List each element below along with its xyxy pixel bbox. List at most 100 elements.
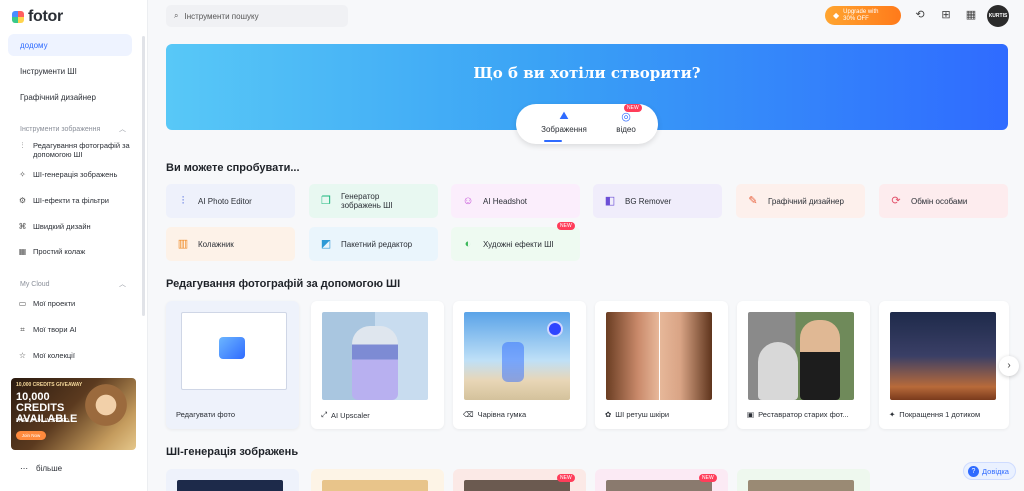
eraser-icon: ⌫ bbox=[463, 410, 474, 419]
tab-video-label: відео bbox=[616, 125, 636, 134]
sidebar-item-ai-image-generation[interactable]: ✧ ШІ-генерація зображень bbox=[18, 170, 140, 179]
tool-ai-photo-editor[interactable]: ⫶ AI Photo Editor bbox=[166, 184, 295, 218]
card-edit-photo[interactable]: Редагувати фото bbox=[166, 301, 299, 429]
sidebar: fotor додому Інструменти ШІ Графічний ди… bbox=[0, 0, 148, 491]
effects-icon: ⚙ bbox=[18, 196, 27, 205]
sidebar-item-ai-effects[interactable]: ⚙ ШІ-ефекти та фільтри bbox=[18, 196, 140, 205]
batch-editor-icon: ◩ bbox=[320, 238, 332, 250]
card-photo-restorer[interactable]: ▣ Реставратор старих фот... bbox=[737, 301, 870, 429]
sidebar-item-label: Редагування фотографій за допомогою ШІ bbox=[33, 141, 130, 159]
carousel-next-button[interactable]: › bbox=[999, 356, 1019, 376]
gen-card[interactable] bbox=[311, 469, 444, 491]
sidebar-item-graphic-designer[interactable]: Графічний дизайнер bbox=[8, 86, 132, 108]
card-magic-eraser[interactable]: ⌫ Чарівна гумка bbox=[453, 301, 586, 429]
tab-video[interactable]: ◎ відео bbox=[596, 110, 656, 134]
cloud-heading: My Cloud bbox=[20, 280, 50, 288]
cloud-section-header[interactable]: My Cloud ︿ bbox=[20, 279, 126, 289]
sidebar-item-ai-tools[interactable]: Інструменти ШІ bbox=[8, 60, 132, 82]
tool-label: Обмін особами bbox=[911, 196, 968, 206]
new-badge: NEW bbox=[624, 104, 642, 112]
tool-label: AI Headshot bbox=[483, 196, 528, 206]
card-ai-upscaler[interactable]: ⤢ AI Upscaler bbox=[311, 301, 444, 429]
tab-images-label: Зображення bbox=[541, 125, 587, 134]
promo-join-button[interactable]: Join Now bbox=[16, 431, 46, 440]
enhance-preview-image bbox=[890, 312, 996, 400]
tool-label: AI Photo Editor bbox=[198, 196, 252, 206]
tab-images[interactable]: ⛰ Зображення bbox=[534, 110, 594, 134]
card-label: Реставратор старих фот... bbox=[758, 410, 849, 419]
card-label: Чарівна гумка bbox=[477, 410, 527, 419]
sidebar-item-my-collections[interactable]: ☆ Мої колекції bbox=[18, 351, 140, 360]
design-icon: ⌘ bbox=[18, 222, 27, 231]
apps-grid-icon[interactable]: ▦ bbox=[964, 8, 978, 22]
sidebar-item-my-ai-works[interactable]: ⌗ Мої твори AI bbox=[18, 325, 140, 334]
history-icon[interactable]: ⟲ bbox=[913, 8, 927, 22]
gen-section-title: ШІ-генерація зображень bbox=[166, 446, 299, 458]
art-effects-icon: ◐ bbox=[464, 238, 472, 250]
upgrade-line1: Upgrade with bbox=[843, 8, 879, 15]
image-tools-section-header[interactable]: Інструменти зображення ︿ bbox=[20, 124, 126, 134]
image-upload-icon bbox=[219, 337, 245, 359]
promo-portrait-image bbox=[82, 384, 130, 444]
headshot-icon: ☺ bbox=[462, 195, 474, 207]
enhance-icon: ✦ bbox=[889, 410, 896, 419]
sidebar-item-quick-design[interactable]: ⌘ Швидкий дизайн bbox=[18, 222, 140, 231]
user-avatar[interactable]: KURTIS bbox=[987, 5, 1009, 27]
upgrade-line2: 30% OFF bbox=[843, 15, 869, 22]
hero-title: Що б ви хотіли створити? bbox=[473, 64, 701, 82]
tool-label: Пакетний редактор bbox=[341, 239, 413, 249]
sidebar-item-label: Мої твори AI bbox=[33, 325, 77, 334]
image-tools-heading: Інструменти зображення bbox=[20, 125, 101, 133]
create-type-tabs: ⛰ Зображення ◎ відео NEW bbox=[516, 104, 658, 144]
sidebar-more[interactable]: ⋯ більше bbox=[20, 464, 62, 473]
search-placeholder: Інструменти пошуку bbox=[184, 11, 259, 21]
tool-ai-headshot[interactable]: ☺ AI Headshot bbox=[451, 184, 580, 218]
card-skin-retouch[interactable]: ✿ ШІ ретуш шкіри bbox=[595, 301, 728, 429]
gen-preview-image bbox=[177, 480, 283, 491]
card-one-tap-enhance[interactable]: ✦ Покращення 1 дотиком bbox=[879, 301, 1009, 429]
gen-preview-image bbox=[606, 480, 712, 491]
more-icon: ⋯ bbox=[20, 464, 28, 473]
restore-icon: ▣ bbox=[747, 410, 755, 419]
sidebar-item-photo-editing[interactable]: ⫶ Редагування фотографій за допомогою ШІ bbox=[18, 141, 140, 159]
sidebar-item-label: ШІ-генерація зображень bbox=[33, 170, 118, 179]
tool-ai-image-generator[interactable]: ❐ Генератор зображень ШІ bbox=[309, 184, 438, 218]
tool-batch-editor[interactable]: ◩ Пакетний редактор bbox=[309, 227, 438, 261]
restorer-preview-image bbox=[748, 312, 854, 400]
fotor-logo-icon bbox=[12, 11, 24, 23]
gen-preview-image bbox=[748, 480, 854, 491]
card-label: AI Upscaler bbox=[331, 410, 370, 420]
tool-collage-maker[interactable]: ▥ Колажник bbox=[166, 227, 295, 261]
sidebar-scrollbar[interactable] bbox=[142, 36, 145, 316]
sliders-icon: ⫶ bbox=[21, 141, 24, 150]
gen-card[interactable] bbox=[166, 469, 299, 491]
fotor-logo[interactable]: fotor bbox=[12, 8, 63, 26]
tool-face-swap[interactable]: ⟳ Обмін особами bbox=[879, 184, 1008, 218]
upgrade-button[interactable]: ◆ Upgrade with 30% OFF bbox=[825, 6, 901, 25]
sidebar-item-my-projects[interactable]: ▭ Мої проекти bbox=[18, 299, 140, 308]
tool-label: Колажник bbox=[198, 239, 234, 249]
eraser-preview-image bbox=[464, 312, 570, 400]
tool-ai-art-effects[interactable]: ◐ Художні ефекти ШІ bbox=[451, 227, 580, 261]
new-badge: NEW bbox=[557, 474, 575, 482]
promo-banner[interactable]: 10,000 CREDITS GIVEAWAY 10,000 CREDITS A… bbox=[11, 378, 136, 450]
sidebar-item-simple-collage[interactable]: ▦ Простий колаж bbox=[18, 247, 140, 256]
tool-bg-remover[interactable]: ◧ BG Remover bbox=[593, 184, 722, 218]
help-button[interactable]: ? Довідка bbox=[963, 462, 1016, 480]
tool-graphic-designer[interactable]: ✎ Графічний дизайнер bbox=[736, 184, 865, 218]
collage-icon: ▦ bbox=[18, 247, 27, 256]
face-swap-icon: ⟳ bbox=[891, 195, 901, 207]
gen-card[interactable] bbox=[737, 469, 870, 491]
upscaler-preview-image bbox=[322, 312, 428, 400]
chevron-up-icon: ︿ bbox=[119, 126, 126, 133]
sidebar-item-home[interactable]: додому bbox=[8, 34, 132, 56]
search-input[interactable]: ⌕ Інструменти пошуку bbox=[166, 5, 348, 27]
active-tab-indicator bbox=[544, 140, 562, 142]
diamond-icon: ◆ bbox=[833, 11, 840, 20]
collage-maker-icon: ▥ bbox=[177, 238, 189, 250]
sidebar-item-label: Швидкий дизайн bbox=[33, 222, 91, 231]
brand-name: fotor bbox=[28, 8, 63, 25]
gift-icon[interactable]: ⊞ bbox=[939, 8, 953, 22]
design-tool-icon: ✎ bbox=[748, 195, 758, 207]
edit-section-title: Редагування фотографій за допомогою ШІ bbox=[166, 278, 401, 290]
